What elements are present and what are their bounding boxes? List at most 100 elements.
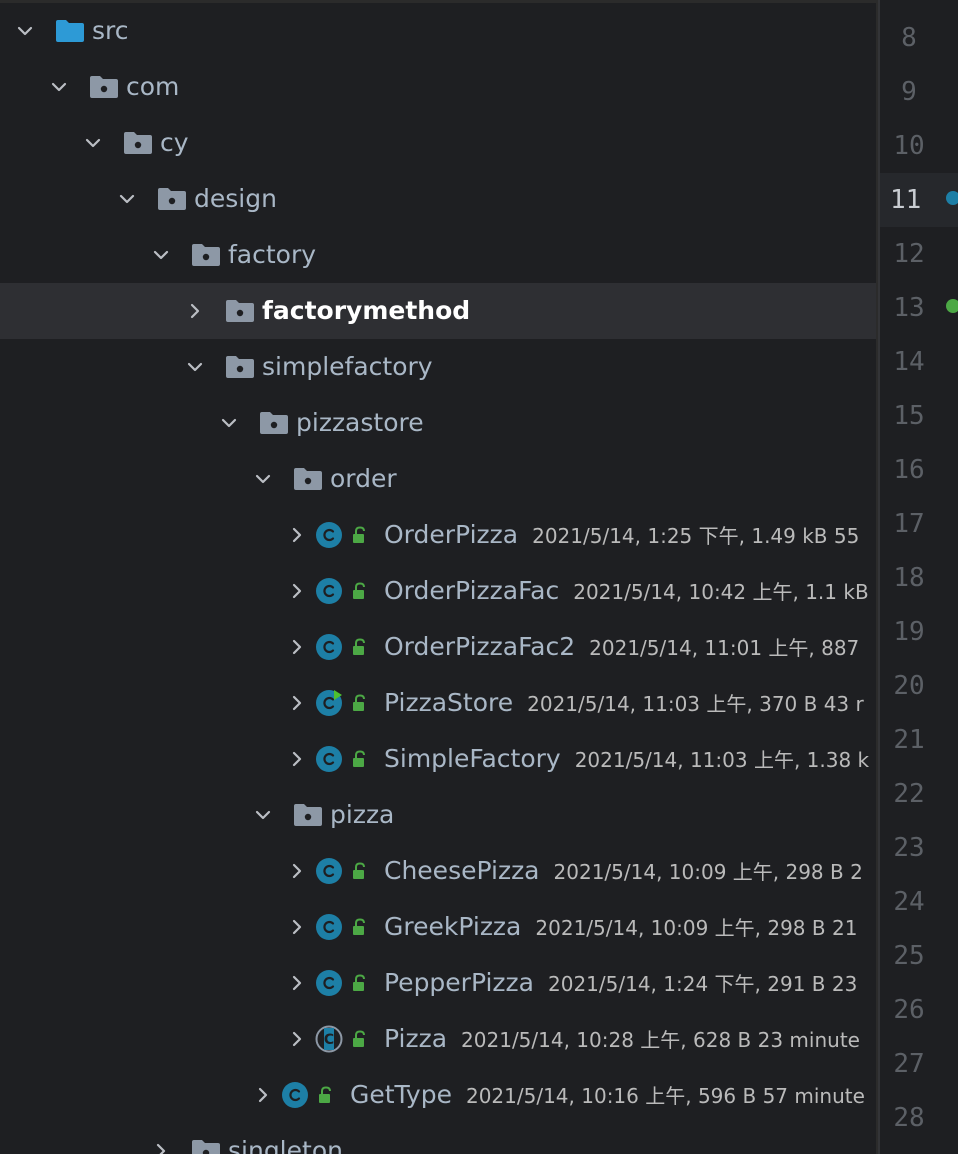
tree-class-item[interactable]: OrderPizzaFac 2021/5/14, 10:42 上午, 1.1 kB [0,563,876,619]
tree-class-item[interactable]: PizzaStore 2021/5/14, 11:03 上午, 370 B 43 … [0,675,876,731]
file-meta-info: 2021/5/14, 10:09 上午, 298 B 2 [553,860,863,884]
tree-item-label: factory [228,240,317,269]
tree-item-label: simplefactory [262,352,433,381]
chevron-down-icon[interactable] [117,189,137,209]
line-number: 19 [893,617,925,647]
tree-class-item[interactable]: GetType 2021/5/14, 10:16 上午, 596 B 57 min… [0,1067,876,1123]
package-folder-icon [191,243,221,267]
chevron-down-icon[interactable] [219,413,239,433]
tree-item-label: PepperPizza [384,968,534,997]
package-folder-icon [157,187,187,211]
public-access-icon [351,526,369,544]
file-meta-info: 2021/5/14, 11:03 上午, 1.38 k [574,748,870,772]
tree-package-item[interactable]: design [0,171,876,227]
tree-package-item[interactable]: singleton [0,1123,876,1154]
package-folder-icon [293,803,323,827]
line-number: 16 [893,455,925,485]
chevron-down-icon[interactable] [253,469,273,489]
tree-package-item[interactable]: factory [0,227,876,283]
chevron-right-icon[interactable] [287,917,307,937]
tree-item-label: src [92,16,129,45]
class-icon [281,1081,309,1109]
class-icon [315,633,343,661]
editor-gutter: 8 9 10 11 12 13 14 15 16 17 18 19 20 21 22 23 24 25 26 27 28 [878,0,958,1154]
chevron-right-icon[interactable] [287,749,307,769]
chevron-down-icon[interactable] [83,133,103,153]
class-icon [315,913,343,941]
class-icon [315,521,343,549]
tree-class-item[interactable]: CheesePizza 2021/5/14, 10:09 上午, 298 B 2 [0,843,876,899]
tree-package-item[interactable]: src [0,3,876,59]
class-icon [315,745,343,773]
line-number: 27 [893,1049,925,1079]
public-access-icon [317,1086,335,1104]
tree-class-item[interactable]: OrderPizza 2021/5/14, 1:25 下午, 1.49 kB 55 [0,507,876,563]
chevron-right-icon[interactable] [287,973,307,993]
line-number: 22 [893,779,925,809]
chevron-down-icon[interactable] [49,77,69,97]
tree-class-item[interactable]: C Pizza 2021/5/14, 10:28 上午, 628 B 23 minu… [0,1011,876,1067]
tree-item-label: OrderPizza [384,520,519,549]
package-folder-icon [225,299,255,323]
file-meta-info: 2021/5/14, 1:24 下午, 291 B 23 [548,972,858,996]
file-meta-info: 2021/5/14, 10:42 上午, 1.1 kB [573,580,869,604]
line-number: 24 [893,887,925,917]
tree-class-item[interactable]: OrderPizzaFac2 2021/5/14, 11:01 上午, 887 [0,619,876,675]
package-folder-icon [89,75,119,99]
chevron-right-icon[interactable] [287,637,307,657]
chevron-down-icon[interactable] [151,245,171,265]
file-meta-info: 2021/5/14, 10:16 上午, 596 B 57 minute [465,1084,865,1108]
chevron-right-icon[interactable] [287,581,307,601]
chevron-down-icon[interactable] [253,805,273,825]
tree-package-item[interactable]: pizzastore [0,395,876,451]
tree-item-label: Pizza [384,1024,448,1053]
line-number: 17 [893,509,925,539]
package-folder-icon [225,355,255,379]
tree-item-label: SimpleFactory [384,744,561,773]
class-icon [315,577,343,605]
chevron-right-icon[interactable] [287,693,307,713]
chevron-right-icon[interactable] [287,525,307,545]
tree-item-label: singleton [228,1136,343,1154]
tree-package-item[interactable]: pizza [0,787,876,843]
tree-package-item[interactable]: order [0,451,876,507]
class-icon [315,689,343,717]
chevron-right-icon[interactable] [151,1141,171,1154]
public-access-icon [351,1030,369,1048]
chevron-right-icon[interactable] [253,1085,273,1105]
chevron-down-icon[interactable] [185,357,205,377]
class-icon [315,857,343,885]
chevron-right-icon[interactable] [287,1029,307,1049]
tree-package-item[interactable]: factorymethod [0,283,876,339]
tree-package-item[interactable]: simplefactory [0,339,876,395]
line-number: 10 [893,131,925,161]
line-number: 18 [893,563,925,593]
implement-gutter-icon[interactable] [946,299,958,313]
tree-item-label: PizzaStore [384,688,514,717]
tree-class-item[interactable]: SimpleFactory 2021/5/14, 11:03 上午, 1.38 k [0,731,876,787]
public-access-icon [351,638,369,656]
chevron-right-icon[interactable] [185,301,205,321]
file-meta-info: 2021/5/14, 11:03 上午, 370 B 43 r [527,692,864,716]
class-gutter-icon[interactable] [946,191,958,205]
project-tree: src com cy design factory factorymethod simple… [0,3,876,1154]
tree-package-item[interactable]: com [0,59,876,115]
tree-item-label: pizzastore [296,408,424,437]
public-access-icon [351,918,369,936]
source-folder-icon [55,19,85,43]
tree-class-item[interactable]: GreekPizza 2021/5/14, 10:09 上午, 298 B 21 [0,899,876,955]
package-folder-icon [259,411,289,435]
tree-item-label: GetType [350,1080,452,1109]
chevron-right-icon[interactable] [287,861,307,881]
tree-class-item[interactable]: PepperPizza 2021/5/14, 1:24 下午, 291 B 23 [0,955,876,1011]
tree-package-item[interactable]: cy [0,115,876,171]
tree-item-label: CheesePizza [384,856,540,885]
line-number: 9 [901,77,917,107]
line-number: 8 [901,23,917,53]
public-access-icon [351,582,369,600]
chevron-down-icon[interactable] [15,21,35,41]
line-number: 28 [893,1103,925,1133]
package-folder-icon [123,131,153,155]
tree-item-label: pizza [330,800,395,829]
line-number: 15 [893,401,925,431]
